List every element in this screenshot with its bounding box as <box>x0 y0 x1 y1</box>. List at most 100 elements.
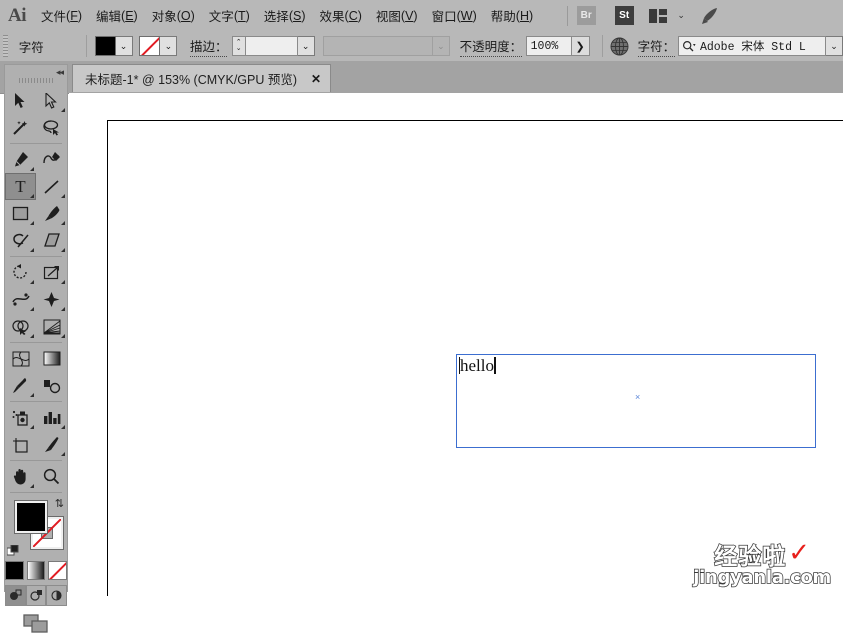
arrange-documents-button[interactable] <box>645 0 671 31</box>
lasso-tool[interactable] <box>36 114 67 141</box>
stroke-weight-input[interactable] <box>245 36 298 56</box>
rocket-launch-button[interactable] <box>697 0 723 31</box>
font-family-control[interactable]: Adobe 宋体 Std L ⌄ <box>677 36 843 56</box>
tool-flyout-indicator <box>30 334 34 338</box>
pen-tool[interactable] <box>5 146 36 173</box>
gradient-mode-button[interactable] <box>26 561 46 580</box>
slice-tool[interactable] <box>36 431 67 458</box>
menu-item-view[interactable]: 视图(V) <box>369 0 425 31</box>
rocket-icon <box>702 7 718 24</box>
change-screen-mode-button[interactable] <box>23 614 49 634</box>
hand-tool[interactable] <box>5 463 36 490</box>
swap-fill-stroke-icon[interactable]: ⇅ <box>55 497 64 510</box>
opacity-options-button[interactable]: ❯ <box>571 36 590 56</box>
eraser-tool[interactable] <box>36 227 67 254</box>
tool-group-navigation <box>5 463 67 490</box>
scale-tool[interactable] <box>36 259 67 286</box>
menu-label: 效果 <box>319 10 345 24</box>
text-object-content[interactable]: hello <box>459 356 496 376</box>
fill-dropdown-button[interactable]: ⌄ <box>115 36 133 56</box>
type-tool[interactable]: T <box>5 173 36 200</box>
color-mode-row <box>5 561 68 580</box>
none-mode-button[interactable] <box>48 561 68 580</box>
gradient-tool[interactable] <box>36 345 67 372</box>
eraser-icon <box>43 233 60 247</box>
stroke-weight-control[interactable]: ⌃ ⌄ ⌄ <box>231 36 315 56</box>
fill-proxy-swatch[interactable] <box>14 500 48 534</box>
rotate-tool[interactable] <box>5 259 36 286</box>
eyedropper-tool[interactable] <box>5 372 36 399</box>
menu-item-effect[interactable]: 效果(C) <box>313 0 369 31</box>
document-tab-bar: 未标题-1* @ 153% (CMYK/GPU 预览) ✕ <box>0 61 843 94</box>
document-setup-button[interactable] <box>610 37 629 56</box>
rectangle-tool[interactable] <box>5 200 36 227</box>
document-tab[interactable]: 未标题-1* @ 153% (CMYK/GPU 预览) ✕ <box>72 64 332 92</box>
stock-button[interactable]: St <box>611 0 637 31</box>
menu-label: 编辑 <box>96 10 122 24</box>
character-panel-label[interactable]: 字符： <box>637 36 676 57</box>
tool-group-appearance <box>5 345 67 399</box>
opacity-label: 不透明度： <box>459 36 523 57</box>
rectangle-icon <box>12 206 29 221</box>
stroke-weight-dropdown-button[interactable]: ⌄ <box>297 36 315 56</box>
line-segment-tool[interactable] <box>36 173 67 200</box>
paintbrush-tool[interactable] <box>36 200 67 227</box>
width-icon <box>11 292 30 306</box>
symbol-sprayer-tool[interactable] <box>5 404 36 431</box>
zoom-tool[interactable] <box>36 463 67 490</box>
tool-divider <box>10 492 62 493</box>
line-icon <box>44 179 59 194</box>
menu-item-edit[interactable]: 编辑(E) <box>89 0 145 31</box>
opacity-control[interactable]: 100% ❯ <box>525 36 590 56</box>
mesh-tool[interactable] <box>5 345 36 372</box>
direct-selection-tool[interactable] <box>36 87 67 114</box>
bridge-button[interactable]: Br <box>573 0 599 31</box>
width-tool[interactable] <box>5 286 36 313</box>
stroke-weight-stepper[interactable]: ⌃ ⌄ <box>231 36 246 56</box>
close-icon[interactable]: ✕ <box>311 72 321 86</box>
font-family-input[interactable]: Adobe 宋体 Std L <box>677 36 826 56</box>
arrange-dropdown-button[interactable]: ⌄ <box>671 0 689 31</box>
stroke-color-control[interactable]: ⌄ <box>139 36 178 56</box>
blend-tool[interactable] <box>36 372 67 399</box>
menu-mnemonic: W <box>460 8 473 23</box>
menu-mnemonic: O <box>180 8 191 23</box>
selection-tool[interactable] <box>5 87 36 114</box>
menu-item-select[interactable]: 选择(S) <box>257 0 313 31</box>
opacity-input[interactable]: 100% <box>525 36 572 56</box>
color-mode-button[interactable] <box>5 561 24 580</box>
tool-flyout-indicator <box>61 425 65 429</box>
fill-color-control[interactable]: ⌄ <box>94 36 133 56</box>
menu-label: 选择 <box>263 10 289 24</box>
default-fill-stroke-icon[interactable] <box>7 545 19 557</box>
menu-mnemonic: S <box>292 8 302 23</box>
text-object-frame[interactable]: hello × <box>456 354 816 448</box>
stroke-dropdown-button[interactable]: ⌄ <box>160 36 178 56</box>
tools-panel-grip[interactable] <box>19 78 53 83</box>
fill-swatch[interactable] <box>94 36 116 56</box>
shape-builder-tool[interactable] <box>5 313 36 340</box>
app-logo: Ai <box>8 4 27 26</box>
control-bar-panel-label: 字符 <box>18 40 44 55</box>
menu-item-file[interactable]: 文件(F) <box>34 0 89 31</box>
column-graph-tool[interactable] <box>36 404 67 431</box>
perspective-grid-tool[interactable] <box>36 313 67 340</box>
shaper-tool[interactable] <box>5 227 36 254</box>
hand-icon <box>13 469 26 485</box>
control-bar-grip[interactable] <box>3 35 8 57</box>
menu-item-object[interactable]: 对象(O) <box>145 0 202 31</box>
stroke-swatch[interactable] <box>139 36 161 56</box>
chevron-down-icon: ⌄ <box>677 10 685 20</box>
canvas-area[interactable]: hello × <box>69 93 843 596</box>
menu-item-type[interactable]: 文字(T) <box>202 0 257 31</box>
menu-item-window[interactable]: 窗口(W) <box>425 0 484 31</box>
font-family-dropdown-button[interactable]: ⌄ <box>825 36 843 56</box>
curvature-tool[interactable] <box>36 146 67 173</box>
collapse-panel-icon[interactable]: ◂◂ <box>56 67 64 78</box>
stroke-profile-input <box>322 36 433 56</box>
menu-item-help[interactable]: 帮助(H) <box>484 0 540 31</box>
magic-wand-tool[interactable] <box>5 114 36 141</box>
artboard-tool[interactable] <box>5 431 36 458</box>
free-transform-tool[interactable] <box>36 286 67 313</box>
chevron-down-icon: ⌄ <box>301 40 310 51</box>
